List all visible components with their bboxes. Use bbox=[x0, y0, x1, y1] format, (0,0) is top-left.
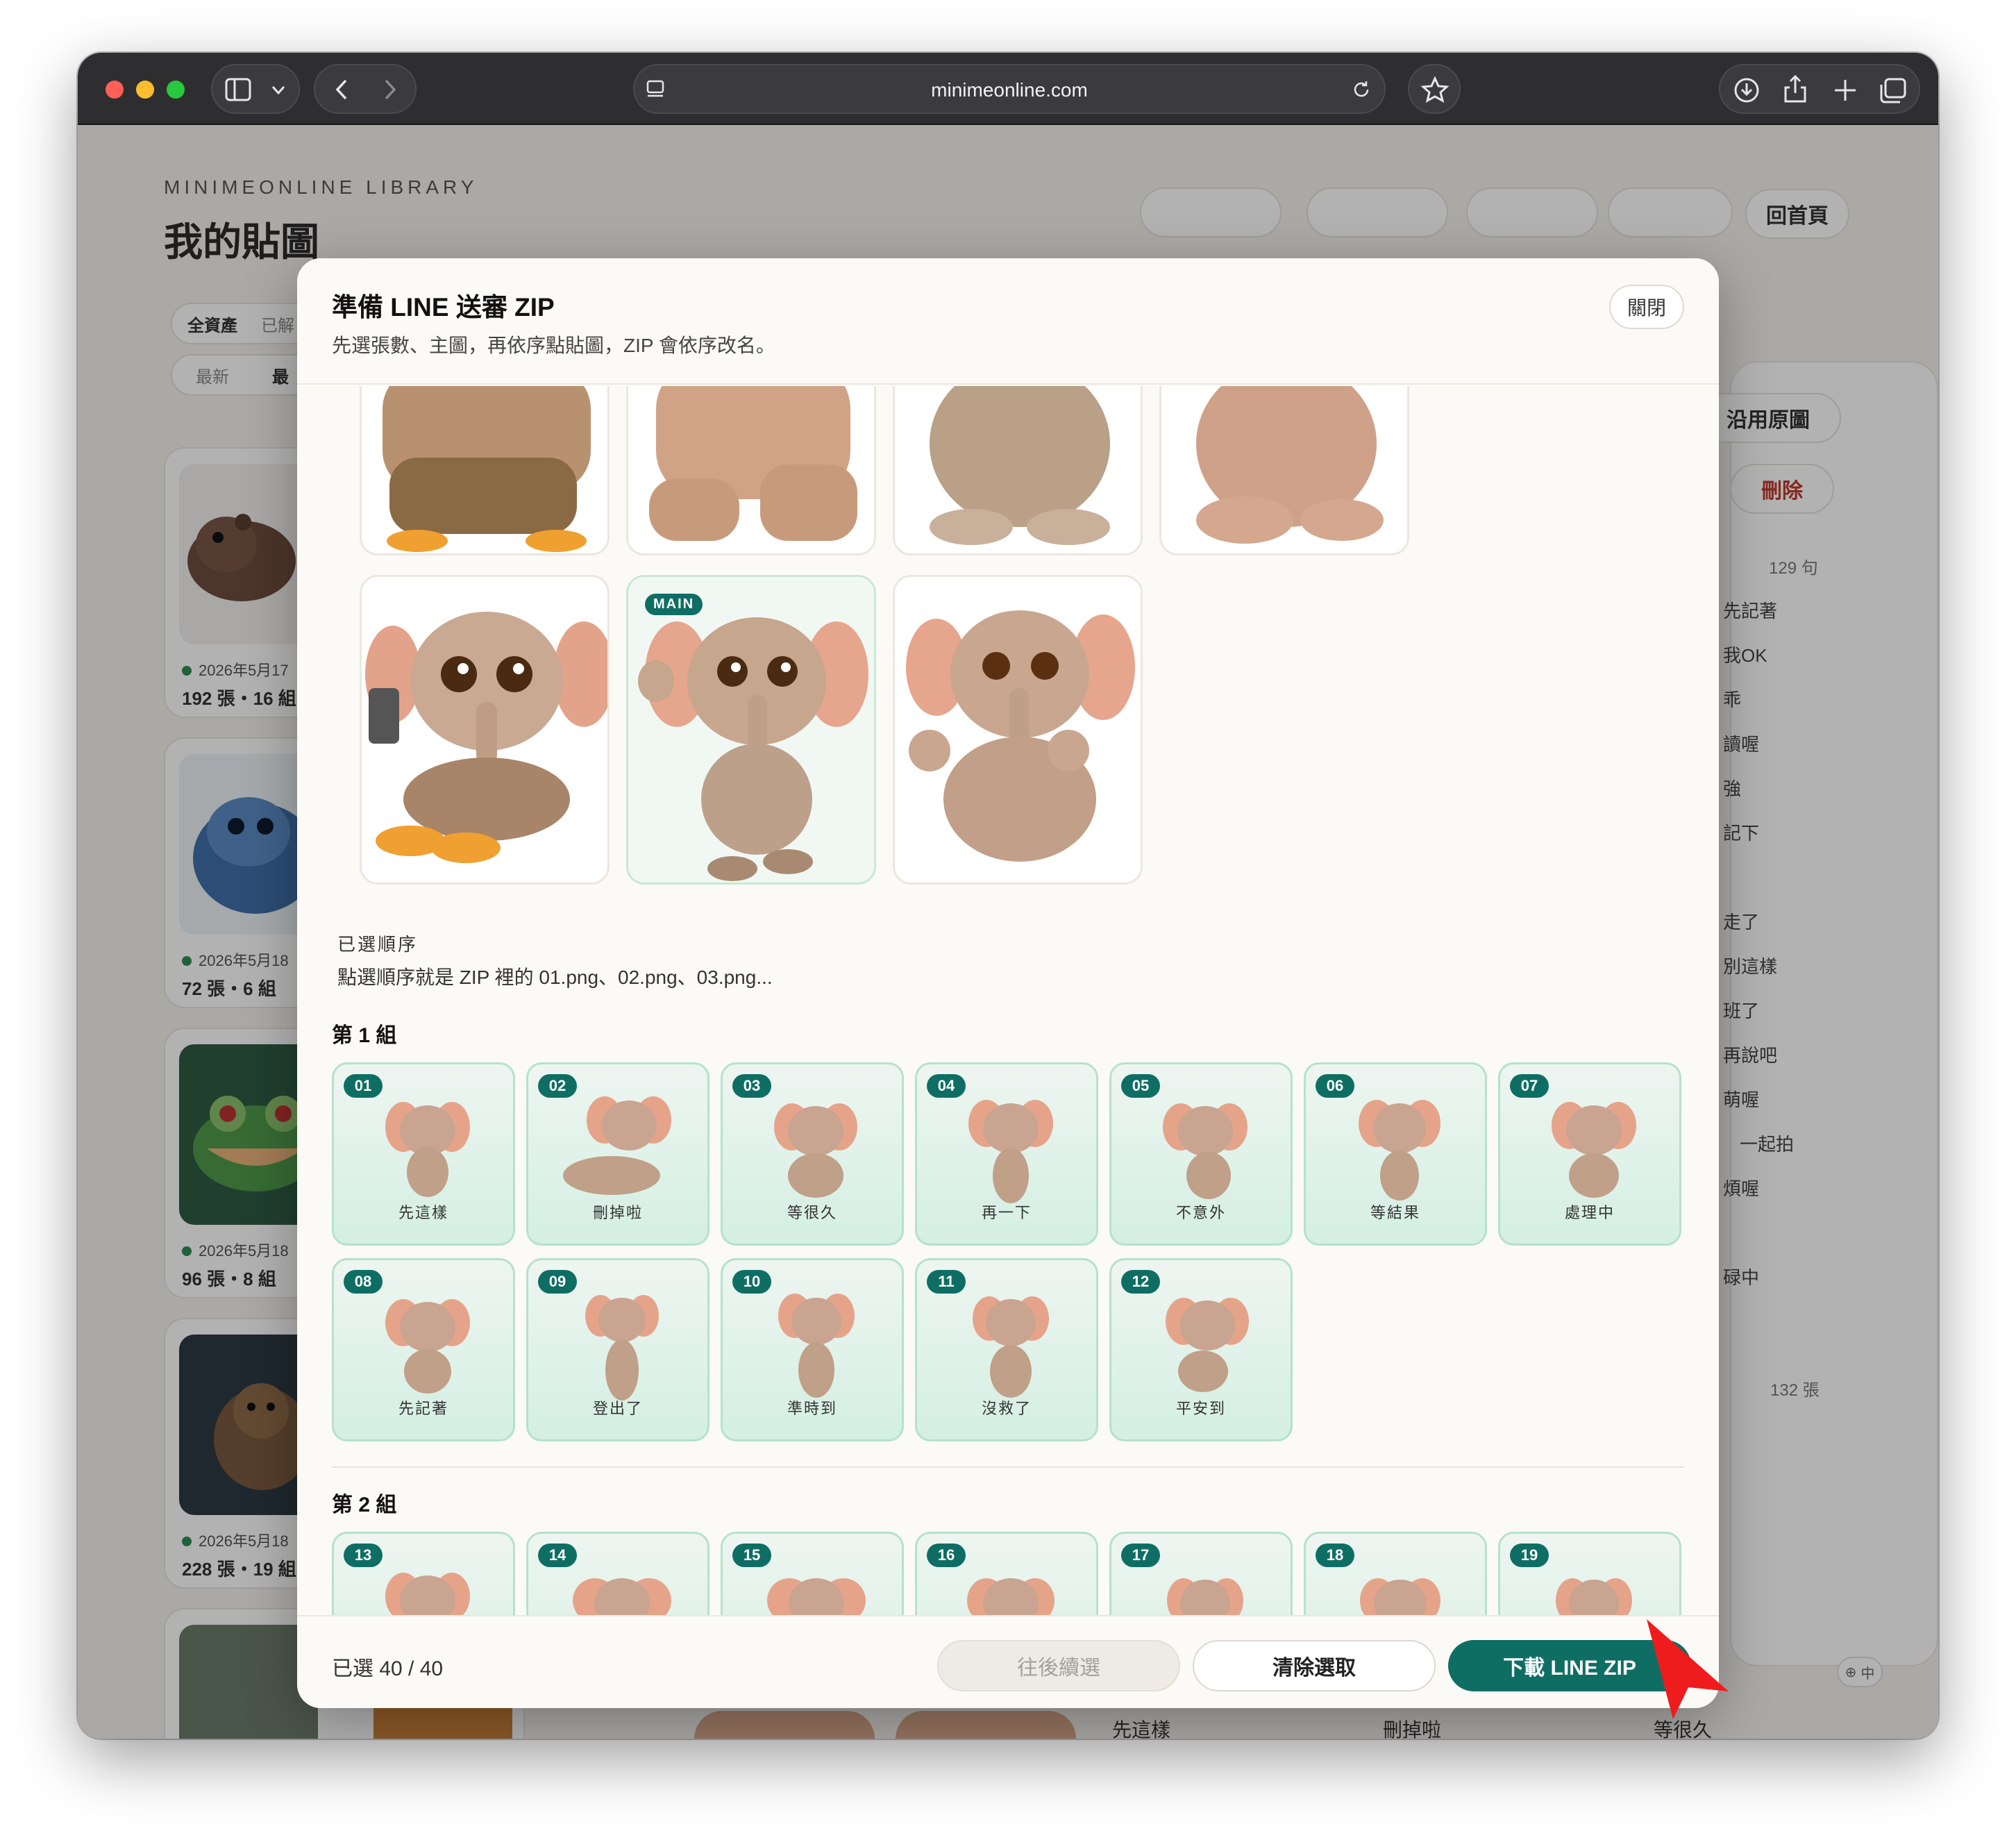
sticker-caption: 等結果 bbox=[1370, 1205, 1420, 1222]
order-badge: 19 bbox=[1510, 1544, 1549, 1567]
clear-selection-button[interactable]: 清除選取 bbox=[1193, 1640, 1436, 1691]
order-badge: 14 bbox=[538, 1544, 577, 1567]
selected-sticker-tile[interactable]: 12 平安到 bbox=[1109, 1258, 1293, 1441]
sticker-caption: 平安到 bbox=[1175, 1400, 1226, 1418]
bookmark-button[interactable] bbox=[1408, 64, 1461, 114]
zoom-window-button[interactable] bbox=[167, 81, 185, 99]
selected-sticker-tile[interactable]: 11 沒救了 bbox=[915, 1258, 1098, 1441]
sidebar-toggle-button[interactable] bbox=[211, 64, 300, 114]
reload-icon[interactable] bbox=[1351, 79, 1372, 100]
selected-count: 已選 40 / 40 bbox=[332, 1657, 444, 1680]
toolbar-actions bbox=[1719, 64, 1920, 114]
share-icon[interactable] bbox=[1781, 74, 1809, 104]
order-badge: 18 bbox=[1316, 1544, 1354, 1567]
sticker-caption: 準時到 bbox=[787, 1400, 837, 1418]
selected-sticker-tile[interactable]: 01 先這樣 bbox=[332, 1062, 515, 1246]
star-icon bbox=[1421, 76, 1449, 103]
group-label: 第 1 組 bbox=[332, 1024, 397, 1047]
minimize-window-button[interactable] bbox=[136, 81, 154, 99]
url-text: minimeonline.com bbox=[931, 79, 1088, 101]
main-badge: MAIN bbox=[645, 594, 703, 615]
order-badge: 11 bbox=[927, 1270, 966, 1294]
selected-sticker-tile[interactable]: 18 bbox=[1304, 1532, 1487, 1615]
sticker-card[interactable] bbox=[360, 575, 610, 885]
order-badge: 16 bbox=[927, 1544, 966, 1567]
selected-sticker-tile[interactable]: 03 等很久 bbox=[721, 1062, 904, 1246]
pointer-arrow-icon bbox=[1647, 1619, 1729, 1719]
modal-footer: 已選 40 / 40 往後續選 清除選取 下載 LINE ZIP bbox=[297, 1615, 1719, 1708]
order-badge: 15 bbox=[732, 1544, 771, 1567]
order-badge: 10 bbox=[732, 1270, 771, 1294]
order-badge: 03 bbox=[732, 1074, 771, 1098]
selected-sticker-tile[interactable]: 08 先記著 bbox=[332, 1258, 515, 1441]
sticker-caption: 處理中 bbox=[1564, 1205, 1615, 1222]
main-sticker-card[interactable]: MAIN bbox=[626, 575, 876, 885]
selected-sticker-tile[interactable]: 10 準時到 bbox=[721, 1258, 904, 1441]
plus-icon[interactable] bbox=[1831, 76, 1859, 104]
selected-sticker-tile[interactable]: 04 再一下 bbox=[915, 1062, 1098, 1246]
group-label: 第 2 組 bbox=[332, 1494, 397, 1516]
close-button[interactable]: 關閉 bbox=[1609, 285, 1684, 329]
order-badge: 01 bbox=[344, 1074, 383, 1098]
sticker-card[interactable] bbox=[360, 386, 610, 555]
order-badge: 04 bbox=[927, 1074, 966, 1098]
modal-subtitle: 先選張數、主圖，再依序點貼圖，ZIP 會依序改名。 bbox=[332, 335, 775, 356]
sticker-caption: 等很久 bbox=[787, 1205, 837, 1222]
continue-select-button[interactable]: 往後續選 bbox=[937, 1640, 1180, 1691]
sticker-card[interactable] bbox=[893, 386, 1143, 555]
sticker-caption: 再一下 bbox=[981, 1205, 1032, 1222]
selected-sticker-tile[interactable]: 02 刪掉啦 bbox=[526, 1062, 709, 1246]
sticker-caption: 先這樣 bbox=[398, 1205, 448, 1222]
modal-body: MAIN 已選順序 點選順序就是 ZIP 裡的 01.png、02.png、03… bbox=[297, 386, 1719, 1615]
sticker-caption: 先記著 bbox=[398, 1400, 448, 1418]
chevron-down-icon bbox=[271, 86, 285, 95]
modal-header: 準備 LINE 送審 ZIP 先選張數、主圖，再依序點貼圖，ZIP 會依序改名。… bbox=[297, 258, 1719, 385]
sticker-caption: 沒救了 bbox=[981, 1400, 1032, 1418]
order-badge: 08 bbox=[344, 1270, 383, 1294]
order-badge: 17 bbox=[1121, 1544, 1160, 1567]
sticker-card[interactable] bbox=[1159, 386, 1409, 555]
history-nav bbox=[314, 64, 417, 114]
chevron-left-icon[interactable] bbox=[333, 78, 350, 101]
order-badge: 02 bbox=[538, 1074, 577, 1098]
modal-title: 準備 LINE 送審 ZIP bbox=[332, 293, 555, 321]
sticker-caption: 不意外 bbox=[1175, 1205, 1226, 1222]
order-badge: 07 bbox=[1510, 1074, 1549, 1098]
sticker-caption: 登出了 bbox=[592, 1400, 643, 1418]
address-bar[interactable]: minimeonline.com bbox=[633, 64, 1386, 114]
sticker-card[interactable] bbox=[893, 575, 1143, 885]
tabs-icon[interactable] bbox=[1879, 76, 1908, 104]
line-zip-modal: 準備 LINE 送審 ZIP 先選張數、主圖，再依序點貼圖，ZIP 會依序改名。… bbox=[297, 258, 1719, 1708]
order-badge: 06 bbox=[1316, 1074, 1354, 1098]
browser-toolbar: minimeonline.com bbox=[78, 53, 1938, 125]
selected-sticker-tile[interactable]: 15 bbox=[721, 1532, 904, 1615]
order-badge: 05 bbox=[1121, 1074, 1160, 1098]
order-badge: 12 bbox=[1121, 1270, 1160, 1294]
order-badge: 13 bbox=[344, 1544, 383, 1567]
selected-sticker-tile[interactable]: 19 bbox=[1498, 1532, 1681, 1615]
order-hint: 點選順序就是 ZIP 裡的 01.png、02.png、03.png... bbox=[337, 967, 773, 988]
page: MINIMEONLINE LIBRARY 我的貼圖 回首頁 全資產 已解 最新 … bbox=[78, 125, 1938, 1739]
sticker-caption: 刪掉啦 bbox=[592, 1205, 643, 1222]
close-window-button[interactable] bbox=[106, 81, 124, 99]
selected-sticker-tile[interactable]: 13 bbox=[332, 1532, 515, 1615]
sticker-card[interactable] bbox=[626, 386, 876, 555]
selected-sticker-tile[interactable]: 06 等結果 bbox=[1304, 1062, 1487, 1246]
order-badge: 09 bbox=[538, 1270, 577, 1294]
browser-window: minimeonline.com MINIMEONLINE LIBRARY 我的… bbox=[78, 53, 1938, 1739]
selected-sticker-tile[interactable]: 09 登出了 bbox=[526, 1258, 709, 1441]
group-divider bbox=[332, 1466, 1684, 1468]
selected-sticker-tile[interactable]: 16 bbox=[915, 1532, 1098, 1615]
order-heading: 已選順序 bbox=[337, 934, 419, 955]
chevron-right-icon[interactable] bbox=[382, 78, 398, 101]
selected-sticker-tile[interactable]: 07 處理中 bbox=[1498, 1062, 1681, 1246]
download-icon[interactable] bbox=[1733, 76, 1761, 104]
sidebar-icon bbox=[225, 78, 251, 101]
selected-sticker-tile[interactable]: 05 不意外 bbox=[1109, 1062, 1293, 1246]
selected-sticker-tile[interactable]: 17 bbox=[1109, 1532, 1293, 1615]
selected-sticker-tile[interactable]: 14 bbox=[526, 1532, 709, 1615]
